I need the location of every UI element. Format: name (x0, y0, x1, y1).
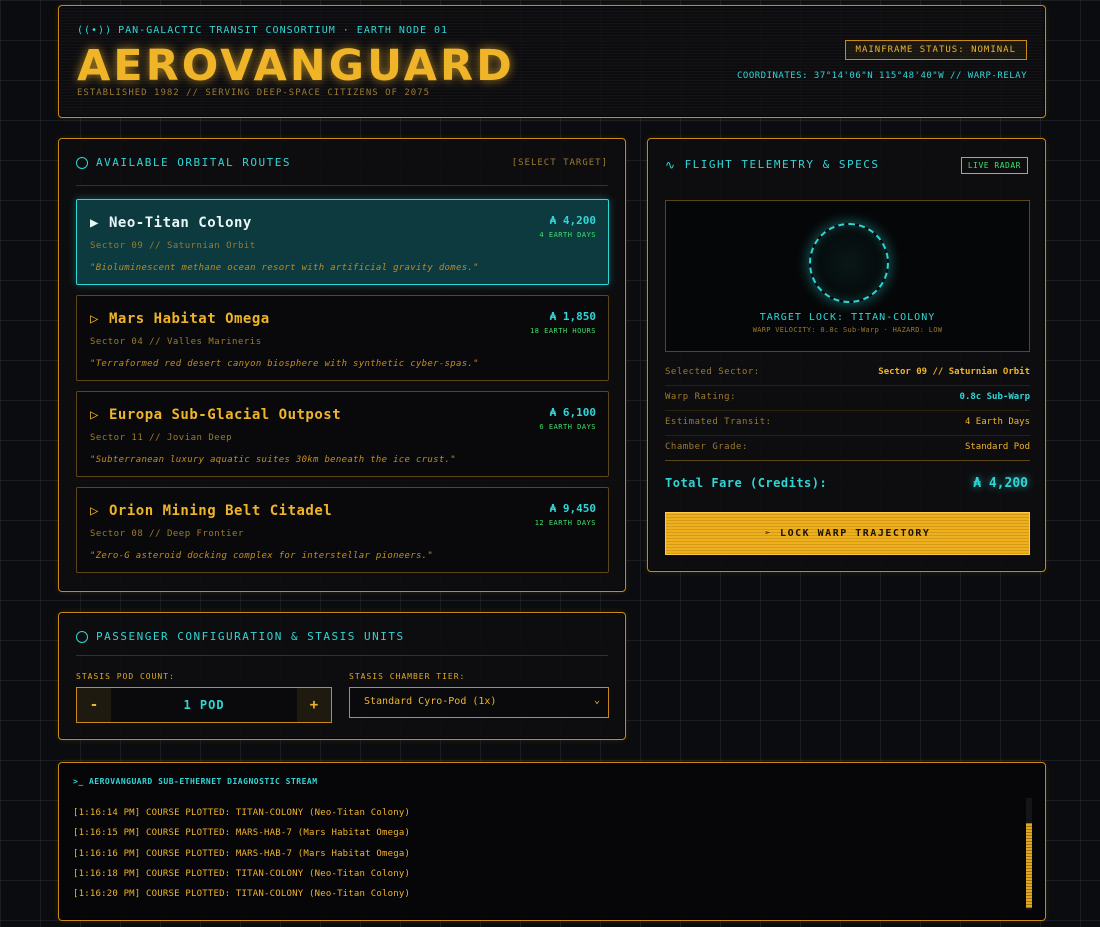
passenger-header: PASSENGER CONFIGURATION & STASIS UNITS (76, 630, 608, 656)
route-card-orion[interactable]: ▷ Orion Mining Belt Citadel Sector 08 //… (76, 487, 609, 573)
route-name: Orion Mining Belt Citadel (109, 503, 333, 519)
pod-count-stepper: - 1 POD + (76, 687, 332, 723)
route-price: ₳ 9,450 (549, 502, 596, 515)
broadcast-icon: ((•)) (77, 25, 113, 36)
log-line: [1:16:16 PM] COURSE PLOTTED: MARS-HAB-7 … (73, 849, 411, 859)
chevron-down-icon: ⌄ (593, 695, 600, 706)
telemetry-heading: FLIGHT TELEMETRY & SPECS (684, 158, 880, 171)
console-heading: >_ AEROVANGUARD SUB-ETHERNET DIAGNOSTIC … (73, 777, 318, 786)
pod-count-value: 1 POD (183, 698, 225, 712)
coordinates-text: COORDINATES: 37°14'06"N 115°48'40"W // W… (736, 71, 1027, 81)
lock-button-label: LOCK WARP TRAJECTORY (780, 528, 931, 539)
spec-value: Standard Pod (964, 442, 1030, 452)
mainframe-status-badge: MAINFRAME STATUS: NOMINAL (844, 40, 1027, 60)
route-duration: 6 EARTH DAYS (539, 423, 596, 431)
select-target-hint: [SELECT TARGET] (511, 158, 608, 168)
route-name: Neo-Titan Colony (109, 215, 252, 231)
log-line: [1:16:18 PM] COURSE PLOTTED: TITAN-COLON… (73, 869, 411, 879)
spec-label: Estimated Transit: (665, 417, 772, 427)
spec-value: Sector 09 // Saturnian Orbit (878, 367, 1030, 377)
warp-info-text: WARP VELOCITY: 0.8c Sub-Warp · HAZARD: L… (752, 326, 943, 334)
chamber-tier-value: Standard Cyro-Pod (1x) (364, 696, 497, 707)
console-scrollbar-thumb[interactable] (1026, 823, 1032, 908)
play-outline-icon: ▷ (90, 503, 99, 519)
route-sector: Sector 04 // Valles Marineris (90, 337, 262, 347)
header-subtitle-row: ((•)) PAN-GALACTIC TRANSIT CONSORTIUM · … (77, 25, 448, 36)
diagnostic-console: >_ AEROVANGUARD SUB-ETHERNET DIAGNOSTIC … (58, 762, 1046, 921)
passenger-panel: PASSENGER CONFIGURATION & STASIS UNITS S… (58, 612, 626, 740)
telemetry-panel: ∿ FLIGHT TELEMETRY & SPECS LIVE RADAR TA… (647, 138, 1046, 572)
route-card-europa[interactable]: ▷ Europa Sub-Glacial Outpost Sector 11 /… (76, 391, 609, 477)
cog-icon (76, 631, 88, 643)
log-line: [1:16:14 PM] COURSE PLOTTED: TITAN-COLON… (73, 808, 411, 818)
decrement-button[interactable]: - (77, 688, 111, 722)
total-fare-value: ₳ 4,200 (973, 476, 1028, 491)
play-outline-icon: ▷ (90, 311, 99, 327)
route-duration: 4 EARTH DAYS (539, 231, 596, 239)
total-fare-label: Total Fare (Credits): (665, 476, 828, 490)
radar-display: TARGET LOCK: TITAN-COLONY WARP VELOCITY:… (665, 200, 1030, 352)
spec-value: 4 Earth Days (964, 417, 1030, 427)
routes-panel: AVAILABLE ORBITAL ROUTES [SELECT TARGET]… (58, 138, 626, 592)
route-description: "Subterranean luxury aquatic suites 30km… (90, 455, 456, 465)
target-lock-text: TARGET LOCK: TITAN-COLONY (759, 312, 936, 323)
route-price: ₳ 1,850 (549, 310, 596, 323)
spec-row-sector: Selected Sector: Sector 09 // Saturnian … (665, 361, 1030, 386)
play-outline-icon: ▷ (90, 407, 99, 423)
compass-icon (76, 157, 88, 169)
spec-row-warp: Warp Rating: 0.8c Sub-Warp (665, 386, 1030, 411)
chamber-tier-label: STASIS CHAMBER TIER: (349, 672, 466, 681)
spec-row-chamber: Chamber Grade: Standard Pod (665, 436, 1030, 461)
header-subtitle: PAN-GALACTIC TRANSIT CONSORTIUM · EARTH … (118, 25, 449, 36)
log-line: [1:16:15 PM] COURSE PLOTTED: MARS-HAB-7 … (73, 828, 411, 838)
route-price: ₳ 4,200 (549, 214, 596, 227)
routes-header: AVAILABLE ORBITAL ROUTES [SELECT TARGET] (76, 156, 608, 186)
app-title: AEROVANGUARD (77, 41, 515, 91)
spec-label: Warp Rating: (665, 392, 737, 402)
increment-button[interactable]: + (297, 688, 331, 722)
header-panel: ((•)) PAN-GALACTIC TRANSIT CONSORTIUM · … (58, 5, 1046, 118)
log-line: [1:16:20 PM] COURSE PLOTTED: TITAN-COLON… (73, 889, 411, 899)
route-duration: 12 EARTH DAYS (534, 519, 596, 527)
spec-value: 0.8c Sub-Warp (959, 392, 1030, 402)
route-sector: Sector 08 // Deep Frontier (90, 529, 244, 539)
chamber-tier-select[interactable]: Standard Cyro-Pod (1x) ⌄ (349, 687, 609, 718)
route-description: "Zero-G asteroid docking complex for int… (90, 551, 434, 561)
route-name: Mars Habitat Omega (109, 311, 270, 327)
pulse-icon: ∿ (665, 158, 677, 172)
passenger-heading: PASSENGER CONFIGURATION & STASIS UNITS (96, 630, 405, 643)
send-icon: ➢ (764, 528, 773, 539)
play-filled-icon: ▶ (90, 215, 99, 231)
route-price: ₳ 6,100 (549, 406, 596, 419)
route-sector: Sector 09 // Saturnian Orbit (90, 241, 256, 251)
routes-heading: AVAILABLE ORBITAL ROUTES (96, 156, 291, 169)
established-text: ESTABLISHED 1982 // SERVING DEEP-SPACE C… (77, 88, 431, 98)
route-card-neo-titan[interactable]: ▶ Neo-Titan Colony Sector 09 // Saturnia… (76, 199, 609, 285)
spec-label: Selected Sector: (665, 367, 760, 377)
radar-ring (809, 223, 889, 303)
route-sector: Sector 11 // Jovian Deep (90, 433, 233, 443)
route-name: Europa Sub-Glacial Outpost (109, 407, 342, 423)
pod-count-label: STASIS POD COUNT: (76, 672, 175, 681)
route-description: "Bioluminescent methane ocean resort wit… (90, 263, 479, 273)
lock-trajectory-button[interactable]: ➢ LOCK WARP TRAJECTORY (665, 512, 1030, 555)
route-card-mars-habitat[interactable]: ▷ Mars Habitat Omega Sector 04 // Valles… (76, 295, 609, 381)
spec-row-transit: Estimated Transit: 4 Earth Days (665, 411, 1030, 436)
live-radar-badge: LIVE RADAR (960, 157, 1028, 174)
route-description: "Terraformed red desert canyon biosphere… (90, 359, 479, 369)
route-duration: 18 EARTH HOURS (529, 327, 596, 335)
spec-label: Chamber Grade: (665, 442, 748, 452)
